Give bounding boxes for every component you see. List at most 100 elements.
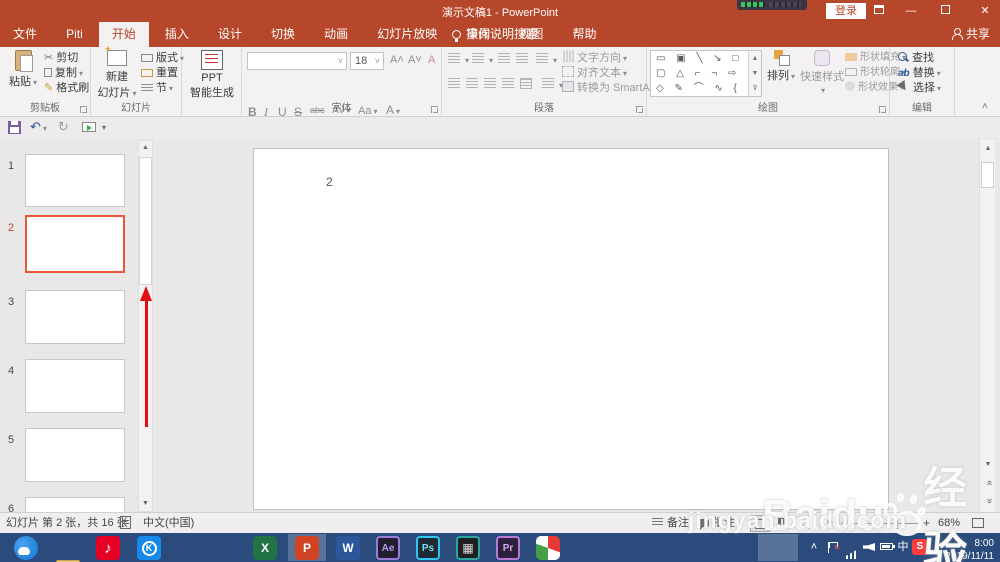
zoom-in-button[interactable]: + (923, 513, 930, 533)
ppt-gen-button[interactable]: PPT 智能生成 (187, 50, 237, 100)
taskbar-premiere-icon[interactable]: Pr (496, 536, 520, 560)
select-button[interactable]: 选择 (896, 79, 941, 95)
tray-volume-icon[interactable] (861, 533, 877, 562)
save-button[interactable] (8, 121, 21, 134)
fit-to-window-button[interactable] (972, 513, 984, 533)
text-direction-button[interactable]: 文字方向 (562, 50, 627, 65)
taskbar-pinwheel-app-icon[interactable] (536, 536, 560, 560)
copy-button[interactable]: 复制 (44, 66, 83, 80)
tray-ime-indicator[interactable]: 中 (895, 533, 911, 562)
clear-formatting-button[interactable]: A (428, 53, 435, 67)
slide-editing-canvas[interactable]: 2 (253, 148, 889, 510)
tray-clock[interactable]: 8:00 2019/11/11 (926, 533, 998, 562)
maximize-button[interactable] (932, 0, 958, 22)
zoom-slider[interactable] (852, 518, 918, 529)
taskbar-word-icon[interactable]: W (336, 536, 360, 560)
tab-transitions[interactable]: 切换 (258, 22, 308, 47)
ribbon-display-options-button[interactable] (866, 0, 892, 22)
zoom-slider-thumb[interactable] (894, 518, 898, 529)
align-right-button[interactable] (484, 78, 499, 92)
decrease-indent-button[interactable] (498, 53, 513, 67)
shapes-gallery-scroll[interactable]: ▲ ▼ ⊽ (748, 51, 761, 96)
comments-toggle[interactable]: 批注 (698, 513, 735, 533)
paragraph-dialog-launcher[interactable] (636, 106, 643, 113)
slide-thumbnail-1[interactable] (25, 154, 125, 207)
taskbar-qq-browser-icon[interactable] (14, 536, 38, 560)
customize-qat-button[interactable]: ▾ (102, 123, 106, 132)
section-button[interactable]: 节 (141, 81, 173, 95)
slide-sorter-view-button[interactable] (773, 515, 793, 532)
grow-font-button[interactable]: A˄ (390, 53, 404, 67)
thumbnail-scrollbar-thumb[interactable] (139, 157, 152, 285)
drawing-dialog-launcher[interactable] (879, 106, 886, 113)
minimize-button[interactable]: — (898, 0, 924, 22)
tab-animations[interactable]: 动画 (311, 22, 361, 47)
slide-counter[interactable]: 幻灯片 第 2 张，共 16 张 (6, 513, 128, 533)
font-size-combo[interactable]: 18 (350, 52, 384, 70)
slideshow-view-button[interactable] (819, 515, 839, 532)
taskbar-k-app-icon[interactable]: K (137, 536, 161, 560)
font-name-combo[interactable] (247, 52, 347, 70)
reading-view-button[interactable] (796, 515, 816, 532)
taskbar-powerpoint-icon-active[interactable]: P (295, 536, 319, 560)
tab-help[interactable]: 帮助 (559, 22, 609, 47)
next-slide-button[interactable]: » (981, 494, 995, 508)
redo-button[interactable]: ↻ (58, 119, 69, 135)
login-button[interactable]: 登录 (826, 3, 866, 19)
align-left-button[interactable] (448, 78, 463, 92)
paste-button[interactable]: 粘贴 (6, 50, 40, 89)
thumbnail-scroll-up-button[interactable]: ▲ (139, 141, 152, 155)
increase-indent-button[interactable] (516, 53, 531, 67)
taskbar-netease-music-icon[interactable]: ♪ (96, 536, 120, 560)
previous-slide-button[interactable]: « (981, 476, 995, 490)
tray-signal-icon[interactable] (844, 533, 860, 562)
line-spacing-button[interactable] (536, 53, 557, 67)
tray-battery-icon[interactable] (877, 533, 895, 562)
format-painter-button[interactable]: ✎ 格式刷 (44, 81, 89, 95)
shrink-font-button[interactable]: A˅ (408, 53, 422, 67)
numbering-button[interactable] (472, 53, 493, 67)
canvas-scrollbar[interactable]: ▲ ▼ « » (979, 140, 995, 512)
canvas-scrollbar-thumb[interactable] (981, 162, 994, 188)
share-button[interactable]: 共享 (951, 22, 990, 47)
columns-button[interactable] (542, 78, 563, 92)
start-slideshow-button[interactable] (82, 122, 96, 132)
zoom-percentage[interactable]: 68% (938, 513, 960, 533)
zoom-out-button[interactable]: − (841, 513, 848, 533)
shapes-row-1[interactable]: ▭ ▣ ╲ ↘ □ ○ (651, 51, 761, 66)
taskbar-photoshop-icon[interactable]: Ps (416, 536, 440, 560)
taskbar-after-effects-icon[interactable]: Ae (376, 536, 400, 560)
arrange-button[interactable]: 排列 (765, 50, 797, 83)
tell-me-search[interactable]: 操作说明搜索 (452, 22, 538, 47)
align-text-button[interactable]: 对齐文本 (562, 66, 627, 80)
canvas-scroll-up-button[interactable]: ▲ (981, 142, 995, 156)
notes-toggle[interactable]: 备注 (652, 513, 689, 533)
tab-design[interactable]: 设计 (205, 22, 255, 47)
slide-thumbnail-4[interactable] (25, 359, 125, 413)
taskbar-excel-icon[interactable]: X (253, 536, 277, 560)
slide-body-text[interactable]: 2 (326, 175, 333, 189)
tray-show-hidden-icons[interactable]: ˄ (806, 533, 822, 562)
justify-button[interactable] (502, 78, 517, 92)
new-slide-button[interactable]: 新建 幻灯片 (96, 44, 138, 100)
layout-button[interactable]: 版式 (141, 51, 184, 65)
font-dialog-launcher[interactable] (431, 106, 438, 113)
slide-thumbnail-5[interactable] (25, 428, 125, 482)
shapes-row-3[interactable]: ◇ ✎ ⌒ ∿ { } (651, 81, 761, 96)
normal-view-button[interactable] (750, 515, 770, 532)
close-button[interactable]: ✕ (970, 0, 1000, 22)
reset-button[interactable]: 重置 (141, 66, 178, 80)
tab-insert[interactable]: 插入 (152, 22, 202, 47)
find-button[interactable]: 查找 (898, 51, 934, 65)
tab-piti[interactable]: Piti (53, 22, 96, 47)
quick-styles-button[interactable]: 快速样式 (799, 50, 845, 96)
align-center-button[interactable] (466, 78, 481, 92)
tray-network-flag-icon[interactable] (824, 533, 842, 562)
undo-button[interactable]: ↶ (30, 119, 47, 135)
canvas-scroll-down-button[interactable]: ▼ (981, 458, 995, 472)
cut-button[interactable]: ✂ 剪切 (44, 51, 78, 65)
collapse-ribbon-button[interactable]: ˄ (982, 101, 988, 112)
taskbar-video-editor-icon[interactable]: ▦ (456, 536, 480, 560)
shapes-gallery[interactable]: ▭ ▣ ╲ ↘ □ ○ ▢ △ ⌐ ¬ ⇨ ⇩ ◇ ✎ ⌒ ∿ { } ▲ ▼ ⊽ (650, 50, 762, 97)
clipboard-dialog-launcher[interactable] (80, 106, 87, 113)
